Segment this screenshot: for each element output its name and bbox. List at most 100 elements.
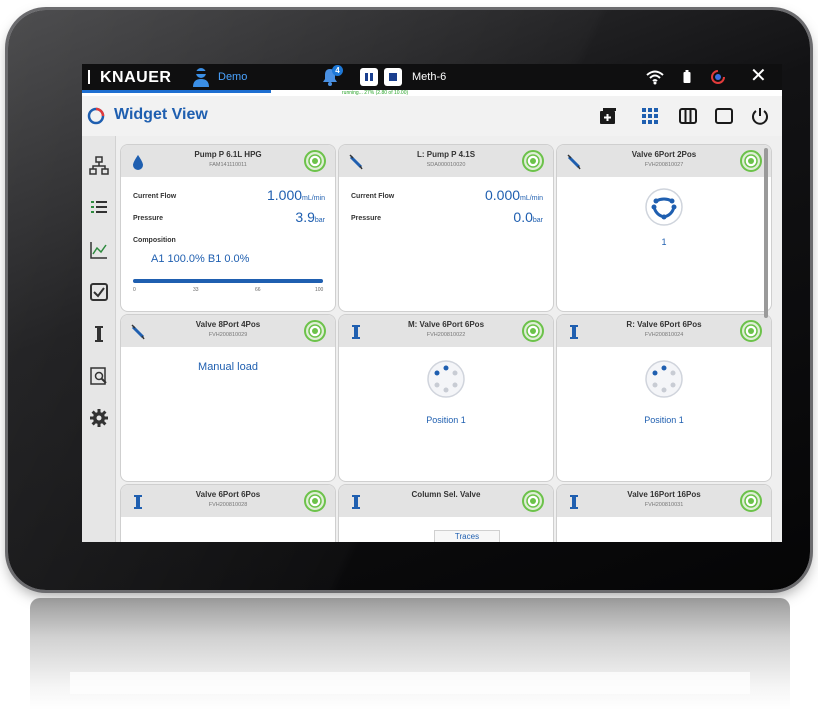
list-icon[interactable] — [89, 198, 109, 218]
valve-2pos-icon[interactable] — [644, 187, 684, 227]
close-icon[interactable]: ✕ — [750, 66, 767, 86]
bar-tick: 0 — [133, 287, 136, 293]
widget-valve-6port-2pos[interactable]: Valve 6Port 2Pos FVH200810027 1 — [556, 144, 772, 312]
valve-status: Manual load — [198, 361, 258, 373]
grid-3x3-icon[interactable] — [640, 106, 660, 126]
widget-title: Valve 16Port 16Pos — [627, 490, 701, 499]
wifi-icon — [646, 70, 664, 85]
sidebar — [82, 136, 116, 542]
method-name[interactable]: Meth-6 — [412, 71, 446, 83]
valve-position: 1 — [661, 237, 667, 247]
add-widget-icon[interactable] — [598, 106, 618, 126]
widget-valve-16port-16pos[interactable]: Valve 16Port 16Pos FVH200810031 — [556, 484, 772, 542]
instrument-status-icon[interactable] — [710, 69, 726, 85]
widget-header: Pump P 6.1L HPG FAM141110011 — [121, 145, 335, 177]
current-flow-value: 1.000mL/min — [267, 187, 325, 203]
valve-position: Position 1 — [644, 415, 684, 425]
top-bar: KNAUER Demo 4 Meth-6 ✕ — [82, 64, 782, 90]
widget-serial: FVH200810024 — [644, 332, 684, 338]
bar-tick: 66 — [255, 287, 261, 293]
widget-pump-4-1s[interactable]: L: Pump P 4.1S SDA000010020 Current Flow… — [338, 144, 554, 312]
widget-title: Valve 6Port 6Pos — [195, 490, 261, 499]
current-flow-label: Current Flow — [351, 193, 395, 200]
widget-serial: FVH200810022 — [426, 332, 466, 338]
widget-header: Valve 16Port 16Pos FVH200810031 — [557, 485, 771, 517]
widget-title: Valve 8Port 4Pos — [195, 320, 261, 329]
widget-header: M: Valve 6Port 6Pos FVH200810022 — [339, 315, 553, 347]
widget-header: L: Pump P 4.1S SDA000010020 — [339, 145, 553, 177]
widget-header: R: Valve 6Port 6Pos FVH200810024 — [557, 315, 771, 347]
widget-valve-r-6port-6pos[interactable]: R: Valve 6Port 6Pos FVH200810024 Positio… — [556, 314, 772, 482]
widget-header: Column Sel. Valve — [339, 485, 553, 517]
widget-title: Pump P 6.1L HPG — [194, 150, 262, 159]
widget-serial: FVH200810028 — [208, 502, 248, 508]
widget-grid: Pump P 6.1L HPG FAM141110011 Current Flo… — [120, 144, 772, 542]
chart-icon[interactable] — [89, 240, 109, 260]
app-logo-icon[interactable] — [87, 107, 105, 125]
valve-6pos-icon[interactable] — [426, 359, 466, 399]
widget-valve-6port-6pos[interactable]: Valve 6Port 6Pos FVH200810028 — [120, 484, 336, 542]
widget-title: M: Valve 6Port 6Pos — [407, 320, 485, 329]
composition-bar-fill — [133, 279, 323, 283]
widget-title: Valve 6Port 2Pos — [631, 150, 697, 159]
stop-button[interactable] — [384, 68, 402, 86]
widget-title: R: Valve 6Port 6Pos — [626, 320, 702, 329]
columns-icon[interactable] — [678, 106, 698, 126]
widget-header: Valve 6Port 6Pos FVH200810028 — [121, 485, 335, 517]
widget-serial: FVH200810031 — [644, 502, 684, 508]
status-ok-icon[interactable] — [304, 490, 326, 512]
bar-tick: 33 — [193, 287, 199, 293]
user-icon[interactable] — [192, 67, 210, 87]
widget-serial: FVH200810029 — [208, 332, 248, 338]
composition-label: Composition — [133, 237, 176, 244]
progress-fill — [82, 90, 271, 93]
current-flow-value: 0.000mL/min — [485, 187, 543, 203]
status-ok-icon[interactable] — [304, 150, 326, 172]
pressure-value: 0.0bar — [513, 209, 543, 225]
composition-value: A1 100.0% B1 0.0% — [151, 253, 250, 265]
widget-title: Column Sel. Valve — [411, 490, 481, 499]
status-ok-icon[interactable] — [522, 490, 544, 512]
status-ok-icon[interactable] — [522, 150, 544, 172]
single-view-icon[interactable] — [714, 106, 734, 126]
widget-serial: FAM141110011 — [209, 162, 247, 168]
widget-serial: FVH200810027 — [644, 162, 684, 168]
pressure-label: Pressure — [133, 215, 163, 222]
widget-valve-m-6port-6pos[interactable]: M: Valve 6Port 6Pos FVH200810022 Positio… — [338, 314, 554, 482]
widget-valve-8port-4pos[interactable]: Valve 8Port 4Pos FVH200810029 Manual loa… — [120, 314, 336, 482]
notification-badge: 4 — [332, 65, 343, 76]
widget-header: Valve 6Port 2Pos FVH200810027 — [557, 145, 771, 177]
battery-icon — [683, 70, 691, 83]
pressure-value: 3.9bar — [295, 209, 325, 225]
title-bar: Widget View — [82, 96, 782, 136]
reflection-highlight — [70, 672, 750, 694]
status-ok-icon[interactable] — [740, 320, 762, 342]
bar-tick: 100 — [315, 287, 324, 293]
report-search-icon[interactable] — [89, 366, 109, 386]
user-name[interactable]: Demo — [218, 71, 247, 83]
traces-tab[interactable]: Traces — [434, 530, 500, 542]
status-ok-icon[interactable] — [740, 150, 762, 172]
widget-header: Valve 8Port 4Pos FVH200810029 — [121, 315, 335, 347]
widget-title: L: Pump P 4.1S — [416, 150, 476, 159]
settings-gear-icon[interactable] — [89, 408, 109, 428]
scrollbar[interactable] — [764, 148, 768, 318]
pressure-label: Pressure — [351, 215, 381, 222]
power-icon[interactable] — [750, 106, 770, 126]
tablet-screen: KNAUER Demo 4 Meth-6 ✕ running... 27% (2… — [82, 64, 782, 542]
pause-button[interactable] — [360, 68, 378, 86]
widget-pump-hpg[interactable]: Pump P 6.1L HPG FAM141110011 Current Flo… — [120, 144, 336, 312]
valve-position: Position 1 — [426, 415, 466, 425]
page-title: Widget View — [114, 106, 208, 123]
status-ok-icon[interactable] — [522, 320, 544, 342]
status-ok-icon[interactable] — [740, 490, 762, 512]
brand-logo: KNAUER — [88, 69, 171, 87]
composition-bar — [133, 279, 323, 283]
current-flow-label: Current Flow — [133, 193, 177, 200]
checkbox-icon[interactable] — [89, 282, 109, 302]
network-icon[interactable] — [89, 156, 109, 176]
valve-6pos-icon[interactable] — [644, 359, 684, 399]
status-ok-icon[interactable] — [304, 320, 326, 342]
column-icon[interactable] — [89, 324, 109, 344]
widget-serial: SDA000010020 — [426, 162, 466, 168]
